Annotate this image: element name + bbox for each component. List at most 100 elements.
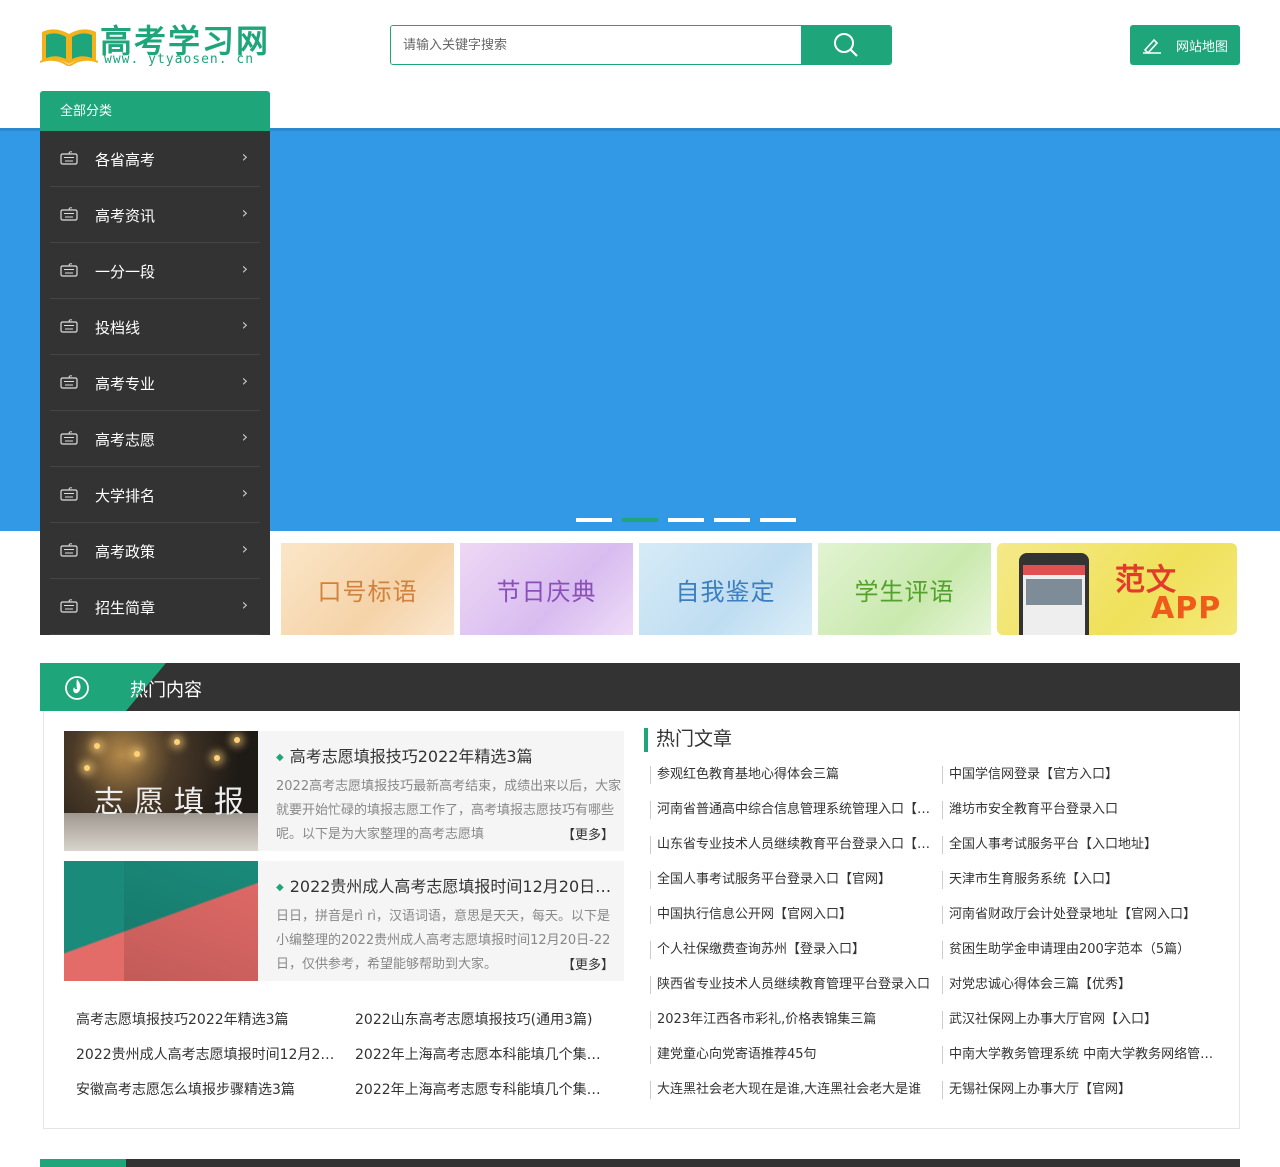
hot-article-link[interactable]: 全国人事考试服务平台【入口地址】: [942, 836, 1234, 854]
logo-domain: www. ytyaosen. cn: [104, 52, 255, 67]
chevron-right-icon: ›: [241, 595, 248, 614]
featured-article[interactable]: 志愿填报 ◆ 高考志愿填报技巧2022年精选3篇 2022高考志愿填报技巧最新高考…: [64, 731, 624, 851]
category-keyboard-icon: [60, 319, 78, 333]
category-keyboard-icon: [60, 431, 78, 445]
hot-article-link[interactable]: 山东省专业技术人员继续教育平台登录入口【官网】: [650, 836, 942, 854]
category-keyboard-icon: [60, 543, 78, 557]
hot-articles-panel: 热门文章 参观红色教育基地心得体会三篇 中国学信网登录【官方入口】 河南省普通高中综…: [644, 728, 1234, 1099]
chevron-right-icon: ›: [241, 147, 248, 166]
hot-article-row: 建党童心向党寄语推荐45句 中南大学教务管理系统 中南大学教务网络管理系统: [650, 1046, 1234, 1081]
category-keyboard-icon: [60, 599, 78, 613]
banner-dot[interactable]: [714, 518, 750, 522]
tile-festivals[interactable]: 节日庆典: [460, 543, 633, 635]
category-item[interactable]: 各省高考 ›: [40, 131, 270, 187]
hot-article-link[interactable]: 陕西省专业技术人员继续教育管理平台登录入口: [650, 976, 942, 994]
category-item[interactable]: 大学排名 ›: [40, 467, 270, 523]
article-link[interactable]: 安徽高考志愿怎么填报步骤精选3篇: [76, 1078, 355, 1113]
hot-article-row: 河南省普通高中综合信息管理系统管理入口【官网】 潍坊市安全教育平台登录入口: [650, 801, 1234, 836]
search-button[interactable]: [801, 26, 891, 64]
chevron-right-icon: ›: [241, 371, 248, 390]
category-item[interactable]: 投档线 ›: [40, 299, 270, 355]
phone-screen-image: [1026, 579, 1082, 605]
category-label: 一分一段: [95, 263, 156, 281]
hot-articles-list: 参观红色教育基地心得体会三篇 中国学信网登录【官方入口】 河南省普通高中综合信息管理…: [650, 766, 1234, 1116]
related-links: 高考志愿填报技巧2022年精选3篇 2022山东高考志愿填报技巧(通用3篇) 202…: [76, 1008, 636, 1113]
banner-dot[interactable]: [668, 518, 704, 522]
hot-article-link[interactable]: 中国学信网登录【官方入口】: [942, 766, 1234, 784]
article-thumbnail[interactable]: 志愿填报: [64, 731, 258, 851]
hot-article-link[interactable]: 参观红色教育基地心得体会三篇: [650, 766, 942, 784]
sitemap-label: 网站地图: [1175, 39, 1228, 55]
app-tile-line2: APP: [1151, 591, 1222, 626]
hot-article-link[interactable]: 中南大学教务管理系统 中南大学教务网络管理系统: [942, 1046, 1234, 1064]
hot-article-link[interactable]: 2023年江西各市彩礼,价格表锦集三篇: [650, 1011, 942, 1029]
category-keyboard-icon: [60, 263, 78, 277]
search-icon: [834, 33, 858, 57]
category-keyboard-icon: [60, 375, 78, 389]
hot-article-link[interactable]: 大连黑社会老大现在是谁,大连黑社会老大是谁: [650, 1081, 942, 1099]
hot-article-link[interactable]: 全国人事考试服务平台登录入口【官网】: [650, 871, 942, 889]
category-item[interactable]: 高考政策 ›: [40, 523, 270, 579]
tile-slogans[interactable]: 口号标语: [281, 543, 454, 635]
book-logo-icon: [40, 29, 98, 66]
link-row: 安徽高考志愿怎么填报步骤精选3篇 2022年上海高考志愿专科能填几个集合3篇: [76, 1078, 636, 1113]
article-title[interactable]: ◆ 2022贵州成人高考志愿填报时间12月20日-22日: [276, 873, 616, 897]
chevron-right-icon: ›: [241, 483, 248, 502]
featured-article[interactable]: ◆ 2022贵州成人高考志愿填报时间12月20日-22日 日日，拼音是rì rì，…: [64, 861, 624, 981]
hot-article-link[interactable]: 武汉社保网上办事大厅官网【入口】: [942, 1011, 1234, 1029]
hot-article-link[interactable]: 天津市生育服务系统【入口】: [942, 871, 1234, 889]
chevron-right-icon: ›: [241, 259, 248, 278]
hot-article-link[interactable]: 对党忠诚心得体会三篇【优秀】: [942, 976, 1234, 994]
hot-section-title: 热门内容: [130, 680, 202, 701]
category-label: 高考专业: [95, 375, 156, 393]
article-link[interactable]: 2022年上海高考志愿本科能填几个集合3篇: [355, 1043, 634, 1078]
hot-article-link[interactable]: 河南省财政厅会计处登录地址【官网入口】: [942, 906, 1234, 924]
more-link[interactable]: 【更多】: [557, 824, 614, 843]
article-thumbnail[interactable]: [64, 861, 258, 981]
category-label: 大学排名: [95, 487, 156, 505]
tile-self-appraisal[interactable]: 自我鉴定: [639, 543, 812, 635]
category-label: 各省高考: [95, 151, 156, 169]
sitemap-button[interactable]: 网站地图: [1130, 25, 1240, 65]
search-input[interactable]: [391, 26, 801, 64]
phone-screen-header: [1023, 565, 1085, 575]
more-link[interactable]: 【更多】: [557, 954, 614, 973]
tile-app[interactable]: 范文 APP: [997, 543, 1237, 635]
hot-article-link[interactable]: 中国执行信息公开网【官网入口】: [650, 906, 942, 924]
site-logo[interactable]: 高考学习网 www. ytyaosen. cn: [40, 22, 270, 70]
category-item[interactable]: 高考专业 ›: [40, 355, 270, 411]
next-section-header: [40, 1159, 1240, 1167]
hot-articles-title: 热门文章: [644, 728, 1234, 752]
category-item[interactable]: 招生简章 ›: [40, 579, 270, 635]
hot-article-row: 中国执行信息公开网【官网入口】 河南省财政厅会计处登录地址【官网入口】: [650, 906, 1234, 941]
hot-article-link[interactable]: 贫困生助学金申请理由200字范本（5篇）: [942, 941, 1234, 959]
banner-dot[interactable]: [760, 518, 796, 522]
article-link[interactable]: 高考志愿填报技巧2022年精选3篇: [76, 1008, 355, 1043]
tile-student-comments[interactable]: 学生评语: [818, 543, 991, 635]
chevron-right-icon: ›: [241, 427, 248, 446]
category-item[interactable]: 一分一段 ›: [40, 243, 270, 299]
article-link[interactable]: 2022年上海高考志愿专科能填几个集合3篇: [355, 1078, 634, 1113]
article-link[interactable]: 2022山东高考志愿填报技巧(通用3篇): [355, 1008, 634, 1043]
hot-article-link[interactable]: 河南省普通高中综合信息管理系统管理入口【官网】: [650, 801, 942, 819]
chevron-right-icon: ›: [241, 539, 248, 558]
hot-article-row: 全国人事考试服务平台登录入口【官网】 天津市生育服务系统【入口】: [650, 871, 1234, 906]
category-label: 高考志愿: [95, 431, 156, 449]
hot-article-link[interactable]: 无锡社保网上办事大厅【官网】: [942, 1081, 1234, 1099]
chevron-right-icon: ›: [241, 315, 248, 334]
category-keyboard-icon: [60, 487, 78, 501]
category-item[interactable]: 高考志愿 ›: [40, 411, 270, 467]
article-title[interactable]: ◆ 高考志愿填报技巧2022年精选3篇: [276, 743, 616, 767]
hot-article-row: 大连黑社会老大现在是谁,大连黑社会老大是谁 无锡社保网上办事大厅【官网】: [650, 1081, 1234, 1116]
banner-dot[interactable]: [622, 518, 658, 522]
banner-dot[interactable]: [576, 518, 612, 522]
thumbnail-caption: 志愿填报: [94, 785, 254, 820]
category-header: 全部分类: [40, 91, 270, 131]
hot-article-link[interactable]: 潍坊市安全教育平台登录入口: [942, 801, 1234, 819]
tile-label: 学生评语: [854, 577, 955, 606]
category-item[interactable]: 高考资讯 ›: [40, 187, 270, 243]
hot-article-link[interactable]: 个人社保缴费查询苏州【登录入口】: [650, 941, 942, 959]
article-link[interactable]: 2022贵州成人高考志愿填报时间12月20日-22日: [76, 1043, 355, 1078]
category-keyboard-icon: [60, 151, 78, 165]
hot-article-link[interactable]: 建党童心向党寄语推荐45句: [650, 1046, 942, 1064]
